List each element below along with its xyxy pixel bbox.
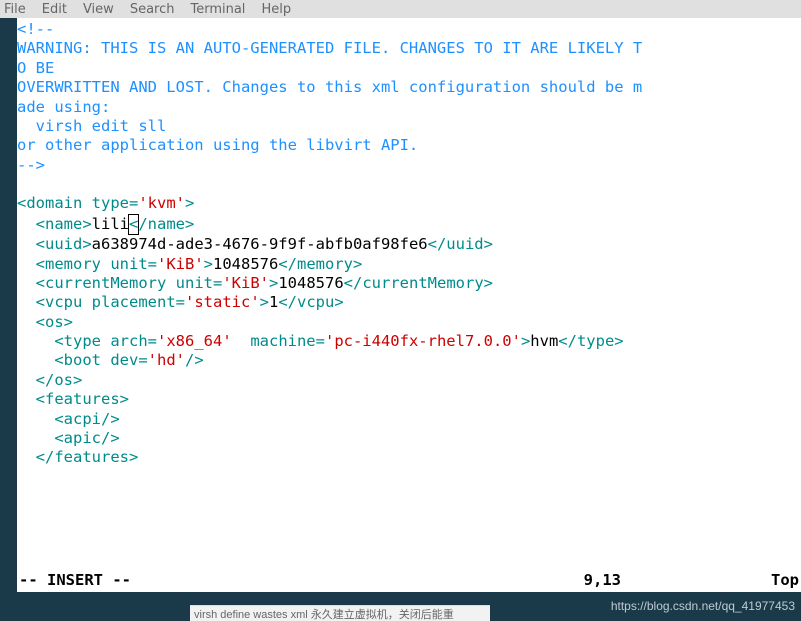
name-close: /name> (138, 215, 194, 233)
vcpu-open: <vcpu (36, 293, 83, 311)
type-open: <type (54, 332, 101, 350)
vim-statusline: -- INSERT -- 9,13 Top (17, 571, 801, 592)
menu-edit[interactable]: Edit (42, 2, 67, 16)
vcpu-close: </vcpu> (278, 293, 343, 311)
xml-warn-l1: WARNING: THIS IS AN AUTO-GENERATED FILE.… (17, 39, 642, 57)
bottom-strip: virsh define wastes xml 永久建立虚拟机，关闭后能重 (190, 605, 490, 621)
xml-comment-close: --> (17, 156, 45, 174)
editor-content[interactable]: <!-- WARNING: THIS IS AN AUTO-GENERATED … (17, 20, 801, 468)
xml-warn-l3: OVERWRITTEN AND LOST. Changes to this xm… (17, 78, 642, 96)
type-close: </type> (558, 332, 623, 350)
boot-open: <boot (54, 351, 101, 369)
menu-terminal[interactable]: Terminal (190, 2, 245, 16)
memory-open: <memory (36, 255, 101, 273)
boot-close: /> (185, 351, 204, 369)
os-close: </os> (36, 371, 83, 389)
menu-help[interactable]: Help (261, 2, 291, 16)
currentmemory-close: </currentMemory> (344, 274, 493, 292)
memory-text: 1048576 (213, 255, 278, 273)
os-open: <os> (36, 313, 73, 331)
uuid-text: a638974d-ade3-4676-9f9f-abfb0af98fe6 (92, 235, 428, 253)
currentmemory-text: 1048576 (278, 274, 343, 292)
name-open: <name> (36, 215, 92, 233)
status-position: 9,13 (584, 571, 621, 590)
domain-open: <domain (17, 194, 82, 212)
menu-file[interactable]: File (4, 2, 26, 16)
vcpu-text: 1 (269, 293, 278, 311)
xml-warn-l5: virsh edit sll (17, 117, 166, 135)
type-text: hvm (530, 332, 558, 350)
menu-view[interactable]: View (83, 2, 114, 16)
xml-warn-l4: ade using: (17, 98, 110, 116)
menu-search[interactable]: Search (130, 2, 175, 16)
uuid-close: </uuid> (428, 235, 493, 253)
xml-warn-l6: or other application using the libvirt A… (17, 136, 418, 154)
features-close: </features> (36, 448, 139, 466)
xml-comment-open: <!-- (17, 20, 54, 38)
status-mode: -- INSERT -- (19, 571, 131, 590)
watermark: https://blog.csdn.net/qq_41977453 (611, 599, 795, 613)
terminal-editor[interactable]: <!-- WARNING: THIS IS AN AUTO-GENERATED … (17, 18, 801, 592)
memory-close: </memory> (278, 255, 362, 273)
status-percent: Top (771, 571, 799, 590)
features-open: <features> (36, 390, 129, 408)
acpi-tag: <acpi/> (54, 410, 119, 428)
xml-warn-l2: O BE (17, 59, 54, 77)
currentmemory-open: <currentMemory (36, 274, 167, 292)
uuid-open: <uuid> (36, 235, 92, 253)
menubar: File Edit View Search Terminal Help (0, 0, 801, 18)
name-text: lili (92, 215, 129, 233)
apic-tag: <apic/> (54, 429, 119, 447)
